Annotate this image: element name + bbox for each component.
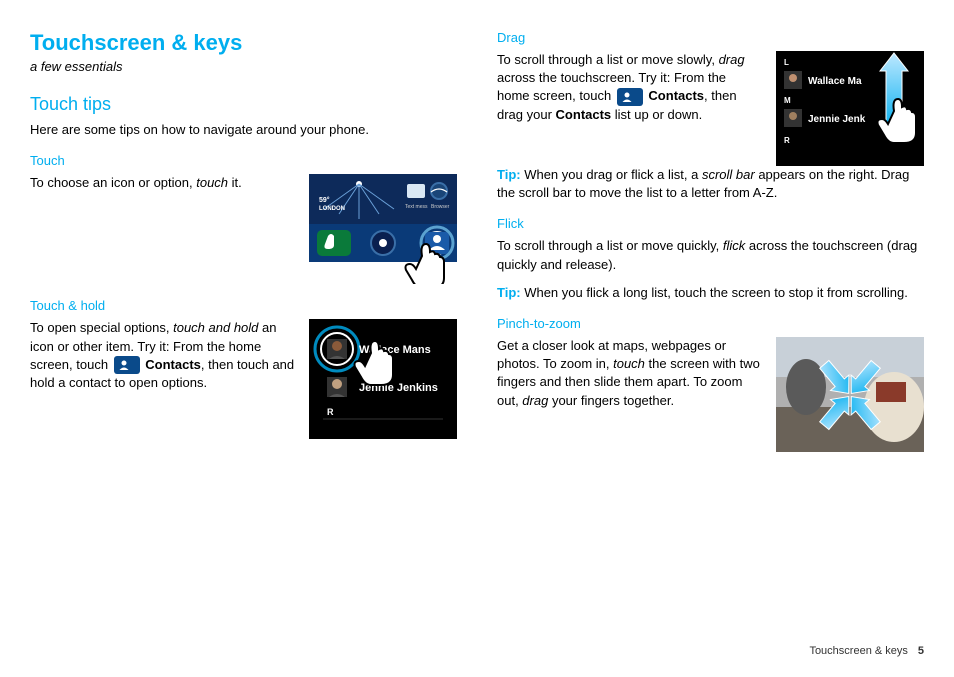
svg-text:Wallace Ma: Wallace Ma bbox=[808, 76, 862, 87]
touch-heading: Touch bbox=[30, 153, 457, 168]
touch-hold-heading: Touch & hold bbox=[30, 298, 457, 313]
svg-text:Browser: Browser bbox=[431, 204, 450, 210]
pinch-figure bbox=[776, 337, 924, 452]
page-title: Touchscreen & keys bbox=[30, 30, 457, 56]
subtitle: a few essentials bbox=[30, 58, 457, 76]
touch-hold-body: To open special options, touch and hold … bbox=[30, 319, 295, 392]
touch-body: To choose an icon or option, touch it. bbox=[30, 174, 295, 192]
svg-text:LONDON: LONDON bbox=[319, 206, 345, 212]
svg-text:Text mess: Text mess bbox=[405, 204, 428, 210]
contacts-chip bbox=[114, 356, 140, 374]
drag-body: To scroll through a list or move slowly,… bbox=[497, 51, 762, 124]
pinch-heading: Pinch-to-zoom bbox=[497, 316, 924, 331]
footer: Touchscreen & keys5 bbox=[809, 645, 924, 657]
pinch-body: Get a closer look at maps, webpages or p… bbox=[497, 337, 762, 410]
svg-text:R: R bbox=[327, 407, 334, 417]
svg-text:59°: 59° bbox=[319, 196, 330, 204]
touch-tips-intro: Here are some tips on how to navigate ar… bbox=[30, 121, 457, 139]
svg-text:R: R bbox=[784, 136, 790, 145]
drag-figure: L Wallace Ma M Jennie Jenk R bbox=[776, 51, 924, 166]
touch-figure: 59° LONDON Text mess Browser bbox=[309, 174, 457, 284]
drag-tip: Tip: When you drag or flick a list, a sc… bbox=[497, 166, 924, 202]
touch-tips-heading: Touch tips bbox=[30, 94, 457, 115]
flick-body: To scroll through a list or move quickly… bbox=[497, 237, 924, 273]
svg-text:M: M bbox=[784, 96, 791, 105]
contacts-chip bbox=[617, 88, 643, 106]
flick-tip: Tip: When you flick a long list, touch t… bbox=[497, 284, 924, 302]
svg-text:Jennie Jenk: Jennie Jenk bbox=[808, 114, 866, 125]
svg-text:L: L bbox=[784, 58, 789, 67]
drag-heading: Drag bbox=[497, 30, 924, 45]
flick-heading: Flick bbox=[497, 216, 924, 231]
touch-hold-figure: Wallace Mans Jennie Jenkins R bbox=[309, 319, 457, 439]
